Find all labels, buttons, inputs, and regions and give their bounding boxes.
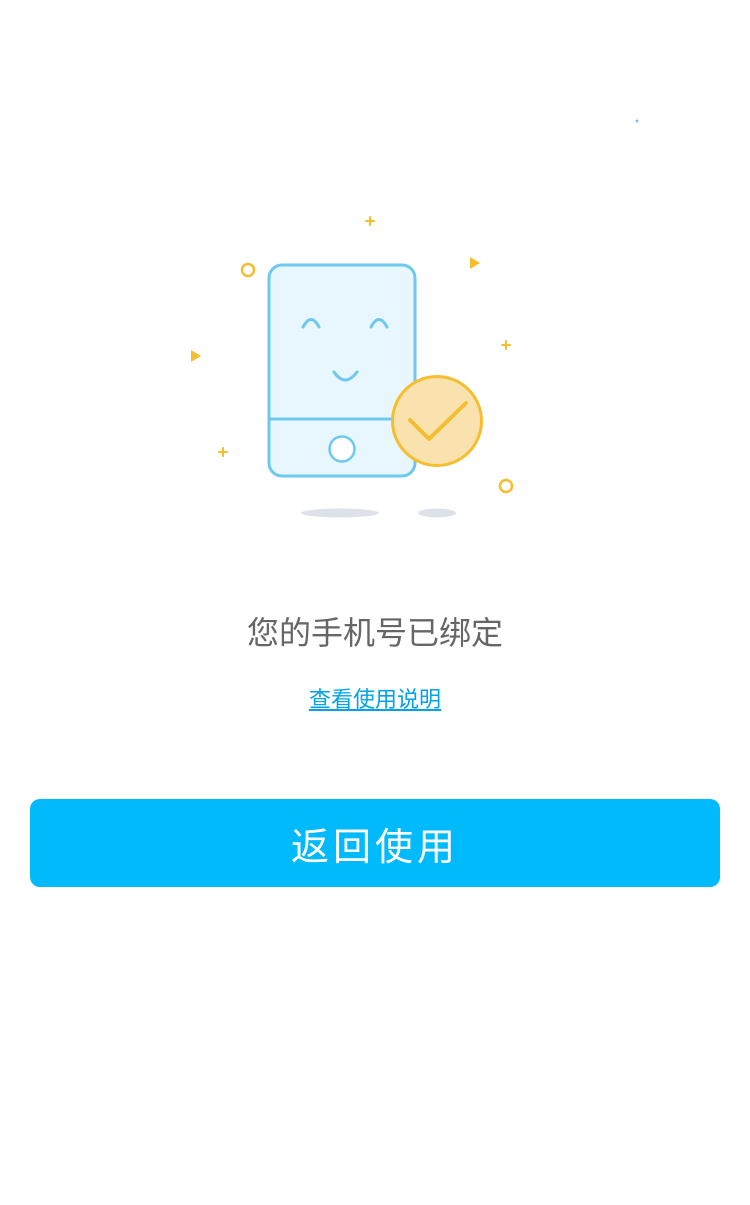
decor-plus-icon <box>218 447 228 457</box>
home-button-icon <box>328 435 356 463</box>
decor-plus-icon <box>501 340 511 350</box>
phone-bound-illustration <box>0 0 750 560</box>
binding-status-title: 您的手机号已绑定 <box>246 614 503 652</box>
phone-icon <box>267 263 417 478</box>
usage-instructions-link[interactable]: 查看使用说明 <box>309 688 441 713</box>
decor-ring-icon <box>240 262 256 278</box>
phone-shadow <box>301 508 379 518</box>
decor-ring-icon <box>498 478 514 494</box>
decor-triangle-icon <box>470 257 480 269</box>
check-badge-icon <box>391 375 483 467</box>
badge-shadow <box>418 508 456 518</box>
decor-dot <box>635 119 639 123</box>
decor-plus-icon <box>365 216 375 226</box>
decor-triangle-icon <box>191 350 201 362</box>
help-link-container: 查看使用说明 <box>0 686 750 716</box>
return-to-use-button[interactable]: 返回使用 <box>30 799 720 887</box>
